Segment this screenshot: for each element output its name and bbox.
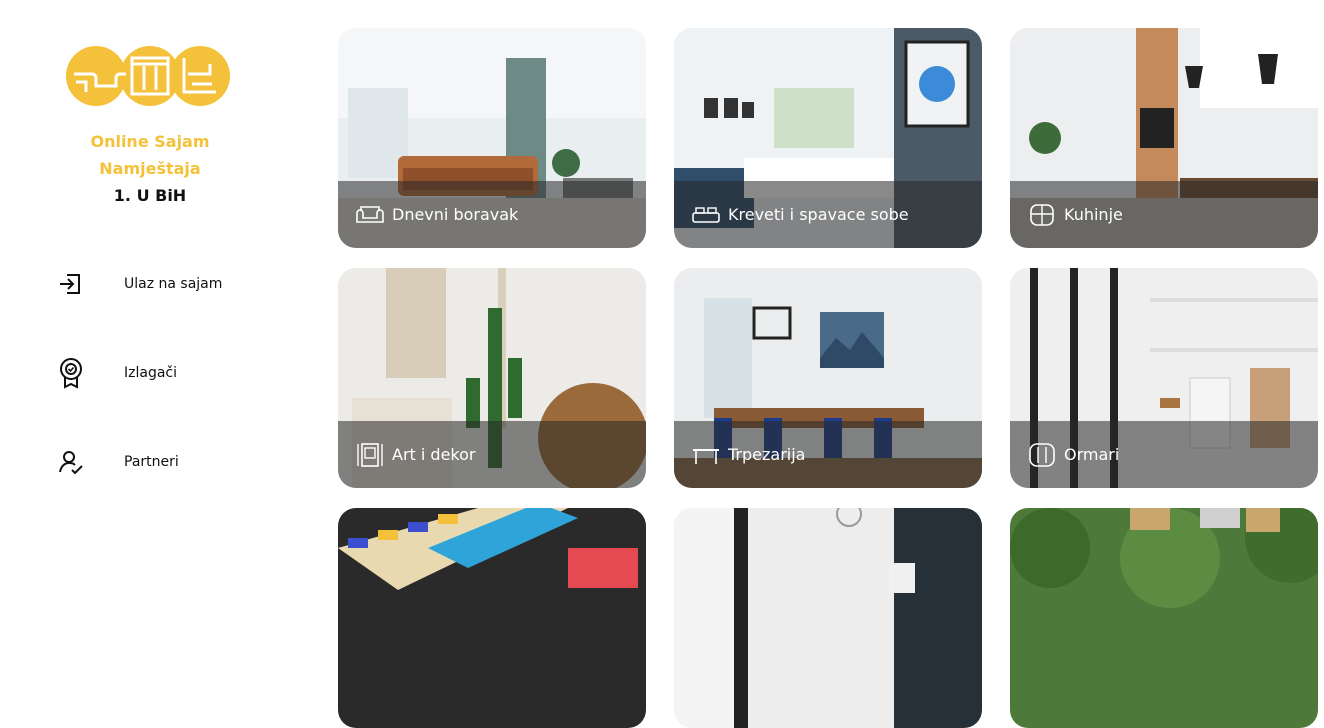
nav-label: Izlagači [124,365,177,381]
nav-label: Partneri [124,454,179,470]
category-bar: Art i dekor [338,421,646,488]
category-card-dnevni-boravak[interactable]: Dnevni boravak [338,28,646,248]
category-card-ormari[interactable]: Ormari [1010,268,1318,488]
category-bar: Dnevni boravak [338,181,646,248]
brand-title: Online Sajam Namještaja 1. U BiH [0,128,300,209]
bed-icon [690,201,722,229]
category-label: Trpezarija [728,445,806,464]
category-card-row3-2[interactable] [674,508,982,728]
user-check-icon [56,447,86,477]
nav-item-ulaz[interactable]: Ulaz na sajam [56,264,276,304]
frame-icon [354,441,386,469]
login-icon [56,269,86,299]
category-label: Kreveti i spavace sobe [728,205,909,224]
category-bar: Kreveti i spavace sobe [674,181,982,248]
kitchen-icon [1026,201,1058,229]
category-label: Kuhinje [1064,205,1123,224]
color-swatches-photo [338,508,646,728]
sidebar: Online Sajam Namještaja 1. U BiH Ulaz na… [0,0,300,590]
category-label: Dnevni boravak [392,205,519,224]
wardrobe-icon [1026,441,1058,469]
nav-item-partneri[interactable]: Partneri [56,442,276,482]
category-bar: Trpezarija [674,421,982,488]
dark-room-photo [674,508,982,728]
category-bar: Ormari [1010,421,1318,488]
category-card-trpezarija[interactable]: Trpezarija [674,268,982,488]
nav-item-izlagaci[interactable]: Izlagači [56,353,276,393]
nav-label: Ulaz na sajam [124,276,223,292]
table-icon [690,441,722,469]
sofa-icon [354,201,386,229]
category-card-art-dekor[interactable]: Art i dekor [338,268,646,488]
category-card-kreveti[interactable]: Kreveti i spavace sobe [674,28,982,248]
category-card-kuhinje[interactable]: Kuhinje [1010,28,1318,248]
category-label: Art i dekor [392,445,476,464]
brand-line-2: Namještaja [99,159,201,178]
category-card-row3-3[interactable] [1010,508,1318,728]
garden-photo [1010,508,1318,728]
award-badge-icon [56,358,86,389]
category-label: Ormari [1064,445,1120,464]
category-card-row3-1[interactable] [338,508,646,728]
brand-logo[interactable] [66,44,232,108]
brand-line-3: 1. U BiH [113,186,187,205]
category-bar: Kuhinje [1010,181,1318,248]
brand-line-1: Online Sajam [90,132,210,151]
